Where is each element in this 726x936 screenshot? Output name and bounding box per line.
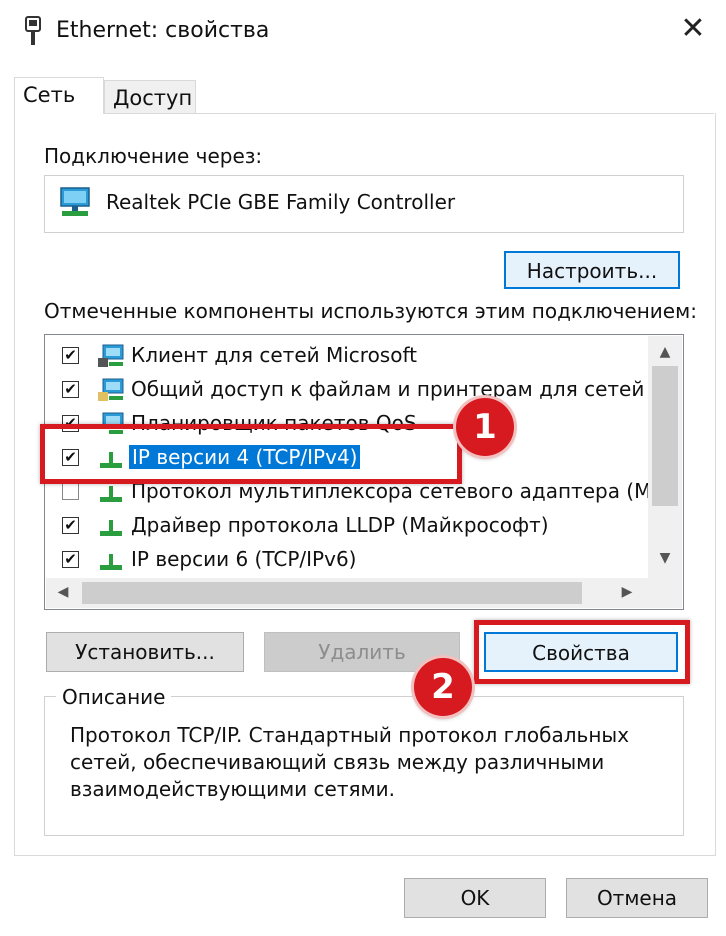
list-item[interactable]: ✔ Общий доступ к файлам и принтерам для … xyxy=(45,373,683,407)
horizontal-scroll-thumb[interactable] xyxy=(82,582,582,604)
close-icon[interactable]: ✕ xyxy=(676,12,710,46)
tab-divider xyxy=(14,113,714,114)
tab-network[interactable]: Сеть xyxy=(14,77,104,114)
list-item-label: Клиент для сетей Microsoft xyxy=(131,343,417,367)
file-sharing-icon xyxy=(98,378,124,401)
tab-sharing[interactable]: Доступ xyxy=(104,80,196,114)
list-item-label: Общий доступ к файлам и принтерам для се… xyxy=(131,377,674,401)
description-text: Протокол TCP/IP. Стандартный протокол гл… xyxy=(70,723,630,801)
components-label: Отмеченные компоненты используются этим … xyxy=(44,299,697,323)
scroll-up-icon[interactable]: ▲ xyxy=(652,344,678,360)
checkbox-unchecked[interactable] xyxy=(62,483,79,500)
vertical-scroll-thumb[interactable] xyxy=(652,366,678,506)
scroll-right-icon[interactable]: ▶ xyxy=(616,584,638,600)
network-client-icon xyxy=(98,344,124,367)
scroll-corner xyxy=(648,578,682,608)
configure-button[interactable]: Настроить... xyxy=(504,251,680,289)
checkbox[interactable]: ✔ xyxy=(62,381,79,398)
ok-button[interactable]: OK xyxy=(404,878,546,918)
scroll-down-icon[interactable]: ▼ xyxy=(652,550,678,566)
network-adapter-icon xyxy=(60,187,90,216)
adapter-name: Realtek PCIe GBE Family Controller xyxy=(106,190,456,214)
step-2-badge: 2 xyxy=(414,658,472,716)
ethernet-port-icon xyxy=(25,16,41,45)
cancel-button[interactable]: Отмена xyxy=(566,878,708,918)
list-item-label: Драйвер протокола LLDP (Майкрософт) xyxy=(131,513,549,537)
protocol-icon xyxy=(100,554,122,570)
highlight-properties xyxy=(474,620,690,684)
window-title: Ethernet: свойства xyxy=(56,18,270,43)
step-1-badge: 1 xyxy=(456,398,514,456)
scroll-left-icon[interactable]: ◀ xyxy=(52,584,74,600)
checkbox[interactable]: ✔ xyxy=(62,517,79,534)
list-item[interactable]: ✔ Клиент для сетей Microsoft xyxy=(45,339,683,373)
list-item-label: IP версии 6 (TCP/IPv6) xyxy=(131,547,357,571)
list-item[interactable]: ✔ Драйвер протокола LLDP (Майкрософт) xyxy=(45,509,683,543)
list-item[interactable]: ✔ IP версии 6 (TCP/IPv6) xyxy=(45,543,683,577)
install-button[interactable]: Установить... xyxy=(46,632,244,672)
checkbox[interactable]: ✔ xyxy=(62,347,79,364)
highlight-ipv4 xyxy=(40,424,462,484)
checkbox[interactable]: ✔ xyxy=(62,551,79,568)
connect-using-label: Подключение через: xyxy=(44,144,263,168)
description-legend: Описание xyxy=(56,685,172,709)
protocol-icon xyxy=(100,520,122,536)
